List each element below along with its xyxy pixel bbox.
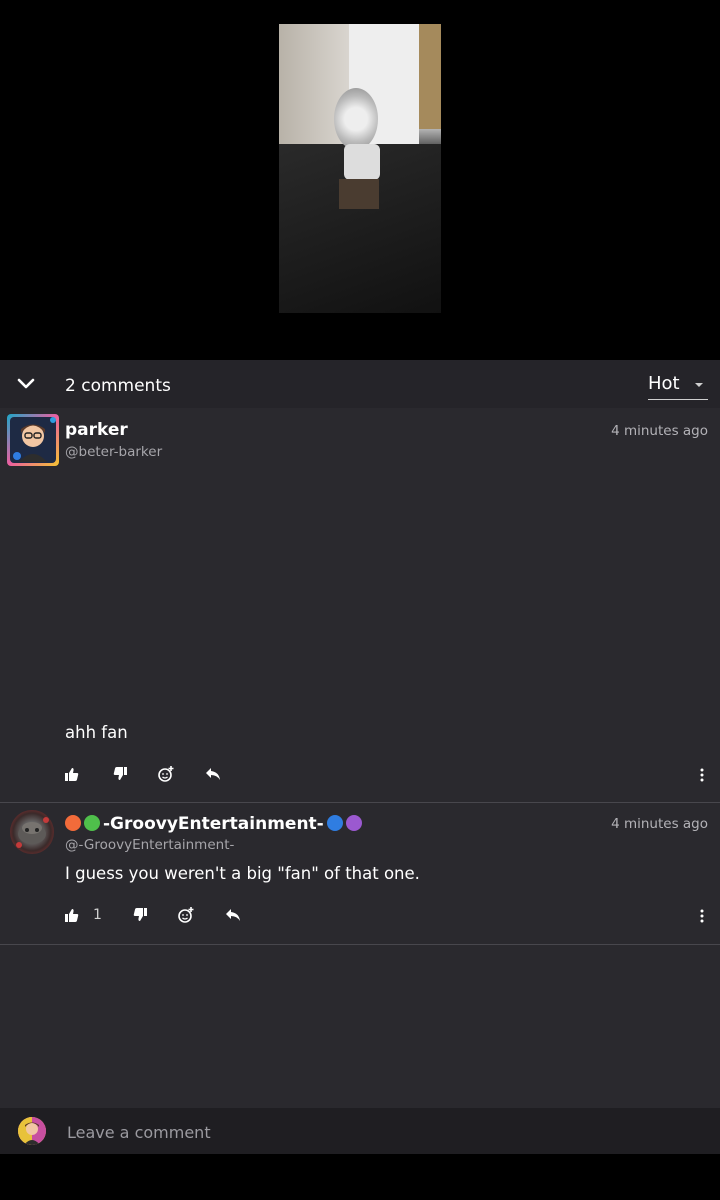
comment-input[interactable] bbox=[65, 1116, 689, 1148]
add-reaction-button[interactable] bbox=[157, 765, 175, 783]
reply-arrow-icon bbox=[206, 768, 220, 780]
reply-button[interactable] bbox=[224, 906, 242, 924]
green-circle-emoji-icon bbox=[84, 815, 100, 831]
more-options-button[interactable] bbox=[694, 906, 710, 926]
sort-dropdown[interactable]: Hot bbox=[648, 373, 708, 400]
reply-arrow-icon bbox=[226, 909, 240, 921]
like-button[interactable] bbox=[63, 906, 81, 924]
chevron-down-icon bbox=[17, 378, 35, 389]
avatar-creature-icon bbox=[16, 817, 49, 848]
comment-body: I guess you weren't a big "fan" of that … bbox=[65, 864, 420, 883]
thumbs-up-icon bbox=[65, 909, 79, 922]
kebab-menu-icon bbox=[700, 909, 704, 923]
comment-item: parker @beter-barker 4 minutes ago ahh f… bbox=[0, 408, 720, 803]
thumbs-down-icon bbox=[113, 767, 127, 780]
comments-header: 2 comments Hot bbox=[0, 360, 720, 408]
add-reaction-button[interactable] bbox=[177, 906, 195, 924]
video-scene-door bbox=[419, 24, 441, 129]
like-button[interactable] bbox=[63, 765, 81, 783]
comment-timestamp: 4 minutes ago bbox=[611, 816, 708, 832]
more-options-button[interactable] bbox=[694, 765, 710, 785]
comment-username-row[interactable]: -GroovyEntertainment- bbox=[65, 814, 365, 834]
comment-username: -GroovyEntertainment- bbox=[103, 814, 324, 834]
reply-button[interactable] bbox=[204, 765, 222, 783]
video-scene-fan bbox=[334, 88, 378, 150]
comment-username[interactable]: parker bbox=[65, 420, 128, 440]
avatar-portrait-icon bbox=[10, 417, 56, 463]
video-scene-fan-body bbox=[344, 144, 380, 180]
comment-composer bbox=[0, 1108, 720, 1154]
avatar-portrait-icon bbox=[18, 1117, 46, 1145]
comment-handle[interactable]: @beter-barker bbox=[65, 444, 162, 460]
comment-item: -GroovyEntertainment- @-GroovyEntertainm… bbox=[0, 803, 720, 945]
video-player[interactable] bbox=[0, 0, 720, 360]
kebab-menu-icon bbox=[700, 768, 704, 782]
collapse-comments-button[interactable] bbox=[14, 372, 38, 396]
comments-count: 2 comments bbox=[65, 376, 171, 396]
thumbs-down-icon bbox=[133, 908, 147, 921]
dislike-button[interactable] bbox=[131, 906, 149, 924]
comment-timestamp: 4 minutes ago bbox=[611, 423, 708, 439]
video-thumbnail[interactable] bbox=[279, 24, 441, 313]
dislike-button[interactable] bbox=[111, 765, 129, 783]
avatar bbox=[18, 1117, 46, 1145]
thumbs-up-icon bbox=[65, 768, 79, 781]
comments-panel: 2 comments Hot parker @beter-barker 4 mi… bbox=[0, 360, 720, 1154]
avatar[interactable] bbox=[7, 414, 59, 466]
avatar[interactable] bbox=[10, 810, 54, 854]
comment-handle[interactable]: @-GroovyEntertainment- bbox=[65, 837, 234, 853]
comment-body: ahh fan bbox=[65, 723, 128, 742]
emoji-add-icon bbox=[178, 907, 194, 923]
emoji-add-icon bbox=[158, 766, 174, 782]
bottom-bar bbox=[0, 1154, 720, 1200]
caret-down-icon bbox=[695, 383, 703, 387]
orange-circle-emoji-icon bbox=[65, 815, 81, 831]
video-scene-box bbox=[339, 179, 379, 209]
blue-circle-emoji-icon bbox=[326, 815, 343, 831]
sort-selected-label: Hot bbox=[648, 373, 680, 394]
purple-circle-emoji-icon bbox=[345, 815, 362, 831]
like-count: 1 bbox=[93, 907, 102, 923]
